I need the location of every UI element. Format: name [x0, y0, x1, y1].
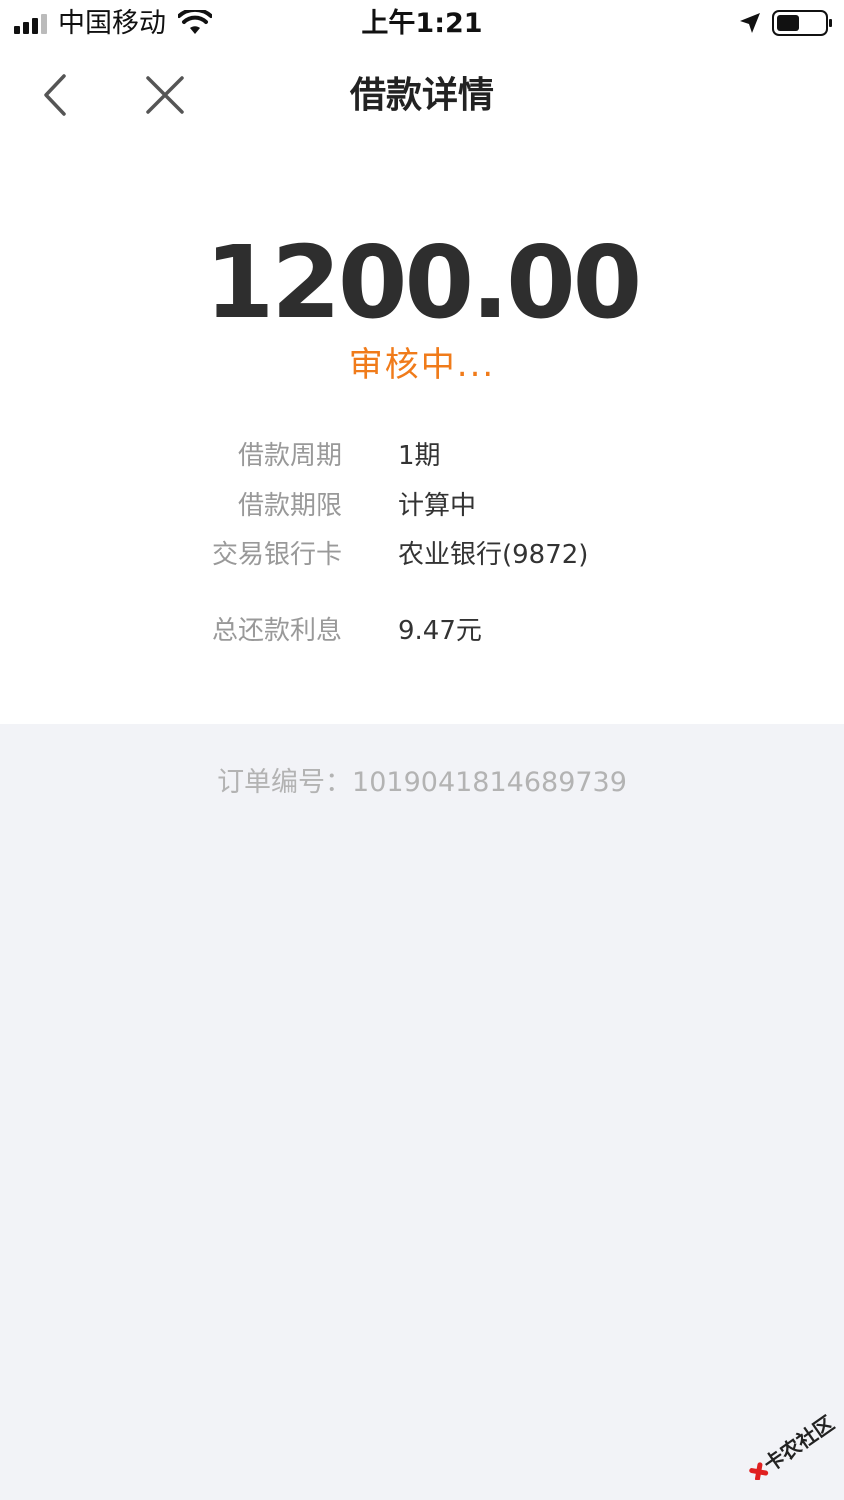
- page-title: 借款详情: [349, 75, 494, 116]
- detail-row-bank-card: 交易银行卡 农业银行(9872): [0, 537, 844, 573]
- location-arrow-icon: [740, 13, 760, 33]
- order-number: 订单编号：1019041814689739: [217, 767, 627, 798]
- detail-value: 1期: [398, 441, 441, 471]
- detail-row-loan-cycle: 借款周期 1期: [0, 438, 844, 474]
- detail-label: 借款期限: [237, 491, 342, 521]
- detail-label: 借款周期: [237, 441, 342, 471]
- status-time: 上午1:21: [361, 8, 483, 39]
- loan-status: 审核中...: [348, 345, 496, 385]
- detail-value: 计算中: [398, 491, 477, 521]
- detail-label: 总还款利息: [211, 616, 342, 646]
- navigation-bar: 借款详情: [0, 48, 844, 140]
- battery-icon: [772, 10, 832, 36]
- watermark-logo: 卡农社区: [749, 1411, 838, 1480]
- detail-row-loan-term: 借款期限 计算中: [0, 488, 844, 524]
- detail-row-total-interest: 总还款利息 9.47元: [0, 613, 844, 649]
- detail-value: 9.47元: [398, 616, 482, 646]
- loan-amount: 1200.00: [204, 224, 642, 341]
- detail-value: 农业银行(9872): [398, 540, 589, 570]
- svg-text:卡农社区: 卡农社区: [759, 1411, 838, 1477]
- status-bar: 中国移动 上午1:21: [0, 0, 844, 48]
- loan-detail-card: 1200.00 审核中... 借款周期 1期 借款期限 计算中 交易银行卡 农业…: [0, 140, 844, 724]
- detail-label: 交易银行卡: [211, 540, 342, 570]
